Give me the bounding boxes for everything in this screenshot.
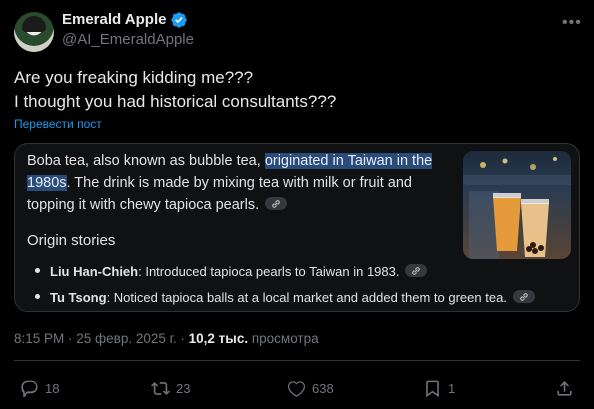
reply-count: 18 bbox=[45, 380, 60, 396]
like-icon bbox=[287, 380, 306, 397]
bullet-dot bbox=[35, 294, 40, 299]
list-item: Liu Han-Chieh: Introduced tapioca pearls… bbox=[35, 264, 428, 279]
card-para-end: . The drink is made by mixing tea with m… bbox=[27, 175, 412, 213]
author-handle[interactable]: @AI_EmeraldApple bbox=[62, 31, 194, 48]
link-icon[interactable] bbox=[405, 264, 428, 277]
bullet-text: : Introduced tapioca pearls to Taiwan in… bbox=[138, 264, 400, 279]
card-para-start: Boba tea, also known as bubble tea, bbox=[27, 153, 265, 169]
bookmark-button[interactable]: 1 bbox=[423, 378, 455, 398]
repost-button[interactable]: 23 bbox=[151, 378, 190, 398]
link-icon[interactable] bbox=[265, 197, 288, 210]
timestamp[interactable]: 8:15 PM · 25 февр. 2025 г. · bbox=[14, 331, 189, 346]
boba-tea-image[interactable] bbox=[463, 151, 571, 259]
like-button[interactable]: 638 bbox=[287, 378, 334, 398]
tweet-line-1: Are you freaking kidding me??? bbox=[14, 68, 254, 87]
card-paragraph: Boba tea, also known as bubble tea, orig… bbox=[27, 150, 452, 216]
tweet-line-2: I thought you had historical consultants… bbox=[14, 92, 337, 111]
bullet-dot bbox=[35, 268, 40, 273]
tweet-meta: 8:15 PM · 25 февр. 2025 г. · 10,2 тыс. п… bbox=[14, 331, 319, 346]
reply-icon bbox=[21, 380, 38, 397]
repost-icon bbox=[151, 381, 170, 395]
verified-badge-icon bbox=[171, 12, 187, 28]
more-icon[interactable]: ••• bbox=[562, 14, 582, 32]
origin-heading: Origin stories bbox=[27, 232, 116, 249]
views-label: просмотра bbox=[248, 331, 319, 346]
divider bbox=[14, 360, 580, 361]
bullet-name: Tu Tsong bbox=[50, 290, 107, 305]
bookmark-count: 1 bbox=[448, 380, 456, 396]
like-count: 638 bbox=[312, 380, 334, 396]
views-count: 10,2 тыс. bbox=[188, 331, 249, 346]
share-icon bbox=[557, 380, 572, 396]
bullet-text: : Noticed tapioca balls at a local marke… bbox=[106, 290, 507, 305]
media-card[interactable]: Boba tea, also known as bubble tea, orig… bbox=[14, 143, 580, 312]
link-icon[interactable] bbox=[512, 290, 535, 303]
share-button[interactable] bbox=[555, 378, 574, 398]
avatar[interactable] bbox=[14, 12, 54, 52]
bookmark-icon bbox=[426, 380, 439, 397]
list-item: Tu Tsong: Noticed tapioca balls at a loc… bbox=[35, 290, 535, 305]
reply-button[interactable]: 18 bbox=[20, 378, 59, 398]
author-name[interactable]: Emerald Apple bbox=[62, 11, 166, 28]
repost-count: 23 bbox=[176, 380, 191, 396]
translate-link[interactable]: Перевести пост bbox=[14, 117, 102, 131]
tweet-text: Are you freaking kidding me??? I thought… bbox=[14, 66, 336, 114]
bullet-name: Liu Han-Chieh bbox=[50, 264, 139, 279]
